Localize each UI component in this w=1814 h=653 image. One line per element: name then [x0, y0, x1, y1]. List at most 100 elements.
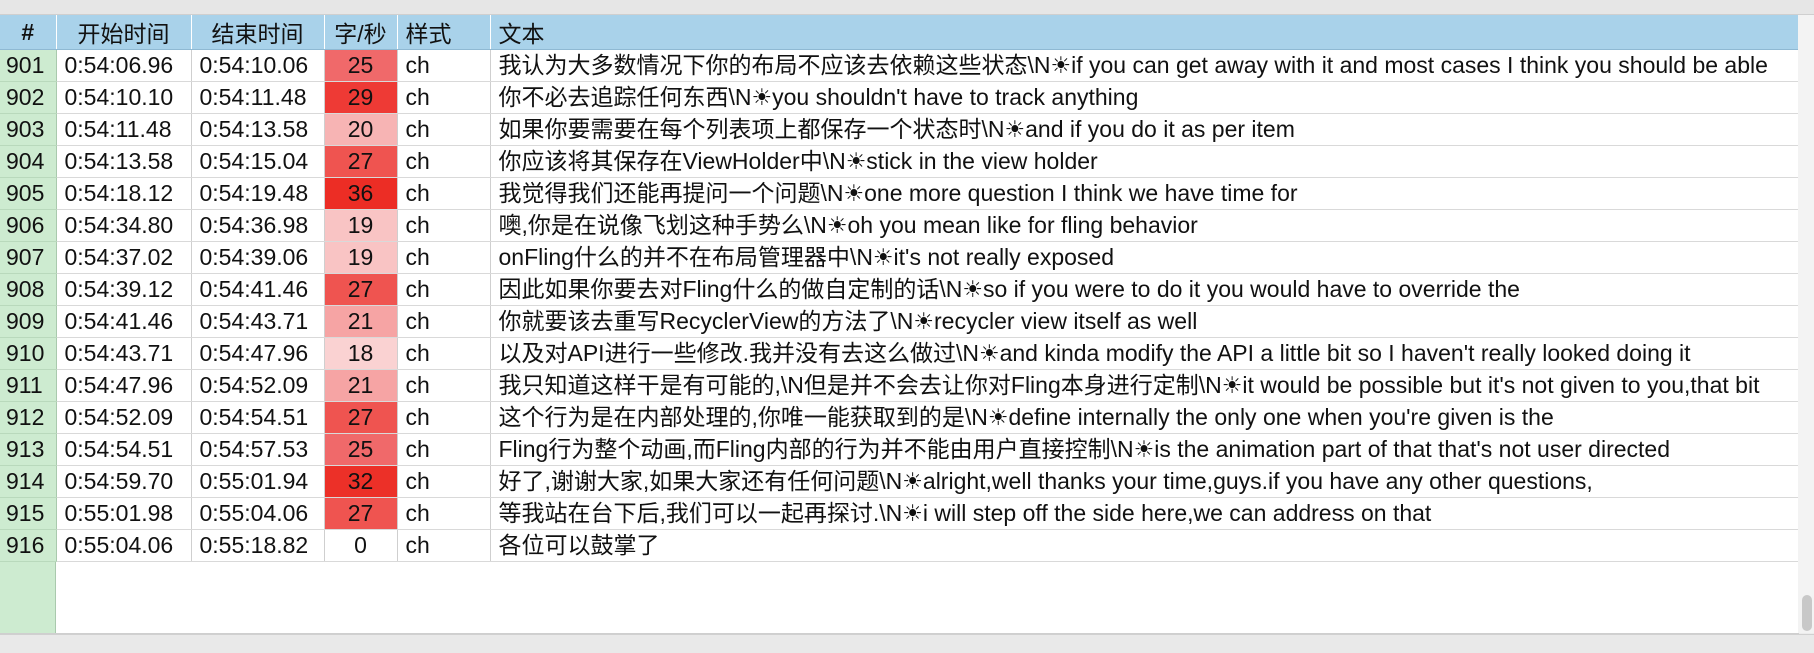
table-row[interactable]: 909 0:54:41.46 0:54:43.71 21 ch 你就要该去重写Recycl…: [0, 305, 1798, 338]
subtitle-text-cell[interactable]: 你不必去追踪任何东西\N☀you shouldn't have to track…: [490, 81, 1798, 114]
row-number[interactable]: 914: [0, 465, 57, 498]
end-time-cell[interactable]: 0:55:04.06: [191, 497, 325, 530]
row-number[interactable]: 910: [0, 337, 57, 370]
row-number[interactable]: 903: [0, 113, 57, 146]
row-number[interactable]: 902: [0, 81, 57, 114]
style-cell[interactable]: ch: [397, 241, 491, 274]
style-cell[interactable]: ch: [397, 497, 491, 530]
subtitle-text-cell[interactable]: 因此如果你要去对Fling什么的做自定制的话\N☀so if you were …: [490, 273, 1798, 306]
chars-per-second-cell[interactable]: 0: [324, 529, 398, 562]
start-time-cell[interactable]: 0:54:47.96: [56, 369, 192, 402]
start-time-cell[interactable]: 0:54:10.10: [56, 81, 192, 114]
row-number[interactable]: 916: [0, 529, 57, 562]
table-row[interactable]: 908 0:54:39.12 0:54:41.46 27 ch 因此如果你要去对Fling…: [0, 273, 1798, 306]
chars-per-second-cell[interactable]: 36: [324, 177, 398, 210]
row-number[interactable]: 907: [0, 241, 57, 274]
table-row[interactable]: 913 0:54:54.51 0:54:57.53 25 ch Fling行为整个动画,而…: [0, 433, 1798, 466]
row-number[interactable]: 911: [0, 369, 57, 402]
end-time-cell[interactable]: 0:55:18.82: [191, 529, 325, 562]
style-cell[interactable]: ch: [397, 273, 491, 306]
table-row[interactable]: 912 0:54:52.09 0:54:54.51 27 ch 这个行为是在内部处理的,你…: [0, 401, 1798, 434]
subtitle-text-cell[interactable]: 等我站在台下后,我们可以一起再探讨.\N☀i will step off the…: [490, 497, 1798, 530]
table-row[interactable]: 901 0:54:06.96 0:54:10.06 25 ch 我认为大多数情况下你的布局…: [0, 49, 1798, 82]
column-header-style[interactable]: 样式: [397, 15, 491, 50]
row-number[interactable]: 908: [0, 273, 57, 306]
row-number[interactable]: 906: [0, 209, 57, 242]
style-cell[interactable]: ch: [397, 305, 491, 338]
end-time-cell[interactable]: 0:54:11.48: [191, 81, 325, 114]
start-time-cell[interactable]: 0:55:01.98: [56, 497, 192, 530]
chars-per-second-cell[interactable]: 20: [324, 113, 398, 146]
chars-per-second-cell[interactable]: 27: [324, 401, 398, 434]
subtitle-text-cell[interactable]: 我觉得我们还能再提问一个问题\N☀one more question I thi…: [490, 177, 1798, 210]
end-time-cell[interactable]: 0:54:10.06: [191, 49, 325, 82]
subtitle-text-cell[interactable]: onFling什么的并不在布局管理器中\N☀it's not really ex…: [490, 241, 1798, 274]
row-number[interactable]: 912: [0, 401, 57, 434]
row-number[interactable]: 915: [0, 497, 57, 530]
scrollbar-thumb[interactable]: [1802, 595, 1812, 631]
subtitle-text-cell[interactable]: 我认为大多数情况下你的布局不应该去依赖这些状态\N☀if you can get…: [490, 49, 1798, 82]
end-time-cell[interactable]: 0:54:19.48: [191, 177, 325, 210]
table-row[interactable]: 902 0:54:10.10 0:54:11.48 29 ch 你不必去追踪任何东西\N☀…: [0, 81, 1798, 114]
start-time-cell[interactable]: 0:54:34.80: [56, 209, 192, 242]
start-time-cell[interactable]: 0:54:52.09: [56, 401, 192, 434]
table-row[interactable]: 903 0:54:11.48 0:54:13.58 20 ch 如果你要需要在每个列表项上…: [0, 113, 1798, 146]
style-cell[interactable]: ch: [397, 177, 491, 210]
chars-per-second-cell[interactable]: 27: [324, 497, 398, 530]
end-time-cell[interactable]: 0:54:36.98: [191, 209, 325, 242]
end-time-cell[interactable]: 0:54:43.71: [191, 305, 325, 338]
chars-per-second-cell[interactable]: 32: [324, 465, 398, 498]
subtitle-text-cell[interactable]: 你应该将其保存在ViewHolder中\N☀stick in the view …: [490, 145, 1798, 178]
style-cell[interactable]: ch: [397, 369, 491, 402]
column-header-number[interactable]: #: [0, 15, 57, 50]
column-header-text[interactable]: 文本: [490, 15, 1798, 50]
start-time-cell[interactable]: 0:54:39.12: [56, 273, 192, 306]
subtitle-text-cell[interactable]: 噢,你是在说像飞划这种手势么\N☀oh you mean like for fl…: [490, 209, 1798, 242]
end-time-cell[interactable]: 0:54:41.46: [191, 273, 325, 306]
end-time-cell[interactable]: 0:54:52.09: [191, 369, 325, 402]
chars-per-second-cell[interactable]: 27: [324, 145, 398, 178]
table-row[interactable]: 907 0:54:37.02 0:54:39.06 19 ch onFling什么的并不在…: [0, 241, 1798, 274]
row-number[interactable]: 901: [0, 49, 57, 82]
end-time-cell[interactable]: 0:54:13.58: [191, 113, 325, 146]
subtitle-text-cell[interactable]: 好了,谢谢大家,如果大家还有任何问题\N☀alright,well thanks…: [490, 465, 1798, 498]
chars-per-second-cell[interactable]: 18: [324, 337, 398, 370]
row-number[interactable]: 913: [0, 433, 57, 466]
subtitle-text-cell[interactable]: 以及对API进行一些修改.我并没有去这么做过\N☀and kinda modif…: [490, 337, 1798, 370]
subtitle-text-cell[interactable]: 如果你要需要在每个列表项上都保存一个状态时\N☀and if you do it…: [490, 113, 1798, 146]
chars-per-second-cell[interactable]: 21: [324, 369, 398, 402]
start-time-cell[interactable]: 0:55:04.06: [56, 529, 192, 562]
end-time-cell[interactable]: 0:54:47.96: [191, 337, 325, 370]
chars-per-second-cell[interactable]: 25: [324, 49, 398, 82]
row-number[interactable]: 904: [0, 145, 57, 178]
style-cell[interactable]: ch: [397, 113, 491, 146]
row-number[interactable]: 909: [0, 305, 57, 338]
chars-per-second-cell[interactable]: 27: [324, 273, 398, 306]
end-time-cell[interactable]: 0:54:54.51: [191, 401, 325, 434]
style-cell[interactable]: ch: [397, 209, 491, 242]
subtitle-text-cell[interactable]: 我只知道这样干是有可能的,\N但是并不会去让你对Fling本身进行定制\N☀it…: [490, 369, 1798, 402]
chars-per-second-cell[interactable]: 19: [324, 241, 398, 274]
subtitle-text-cell[interactable]: 这个行为是在内部处理的,你唯一能获取到的是\N☀define internall…: [490, 401, 1798, 434]
column-header-start-time[interactable]: 开始时间: [56, 15, 192, 50]
style-cell[interactable]: ch: [397, 337, 491, 370]
table-row[interactable]: 905 0:54:18.12 0:54:19.48 36 ch 我觉得我们还能再提问一个问…: [0, 177, 1798, 210]
end-time-cell[interactable]: 0:54:57.53: [191, 433, 325, 466]
vertical-scrollbar[interactable]: [1798, 15, 1814, 633]
table-row[interactable]: 906 0:54:34.80 0:54:36.98 19 ch 噢,你是在说像飞划这种手势…: [0, 209, 1798, 242]
start-time-cell[interactable]: 0:54:11.48: [56, 113, 192, 146]
style-cell[interactable]: ch: [397, 401, 491, 434]
column-header-end-time[interactable]: 结束时间: [191, 15, 325, 50]
chars-per-second-cell[interactable]: 25: [324, 433, 398, 466]
style-cell[interactable]: ch: [397, 433, 491, 466]
subtitle-text-cell[interactable]: 你就要该去重写RecyclerView的方法了\N☀recycler view …: [490, 305, 1798, 338]
table-row[interactable]: 910 0:54:43.71 0:54:47.96 18 ch 以及对API进行一些修改.…: [0, 337, 1798, 370]
end-time-cell[interactable]: 0:54:15.04: [191, 145, 325, 178]
start-time-cell[interactable]: 0:54:59.70: [56, 465, 192, 498]
style-cell[interactable]: ch: [397, 49, 491, 82]
style-cell[interactable]: ch: [397, 465, 491, 498]
table-row[interactable]: 916 0:55:04.06 0:55:18.82 0 ch 各位可以鼓掌了: [0, 529, 1798, 562]
subtitle-text-cell[interactable]: 各位可以鼓掌了: [490, 529, 1798, 562]
style-cell[interactable]: ch: [397, 529, 491, 562]
subtitle-text-cell[interactable]: Fling行为整个动画,而Fling内部的行为并不能由用户直接控制\N☀is t…: [490, 433, 1798, 466]
